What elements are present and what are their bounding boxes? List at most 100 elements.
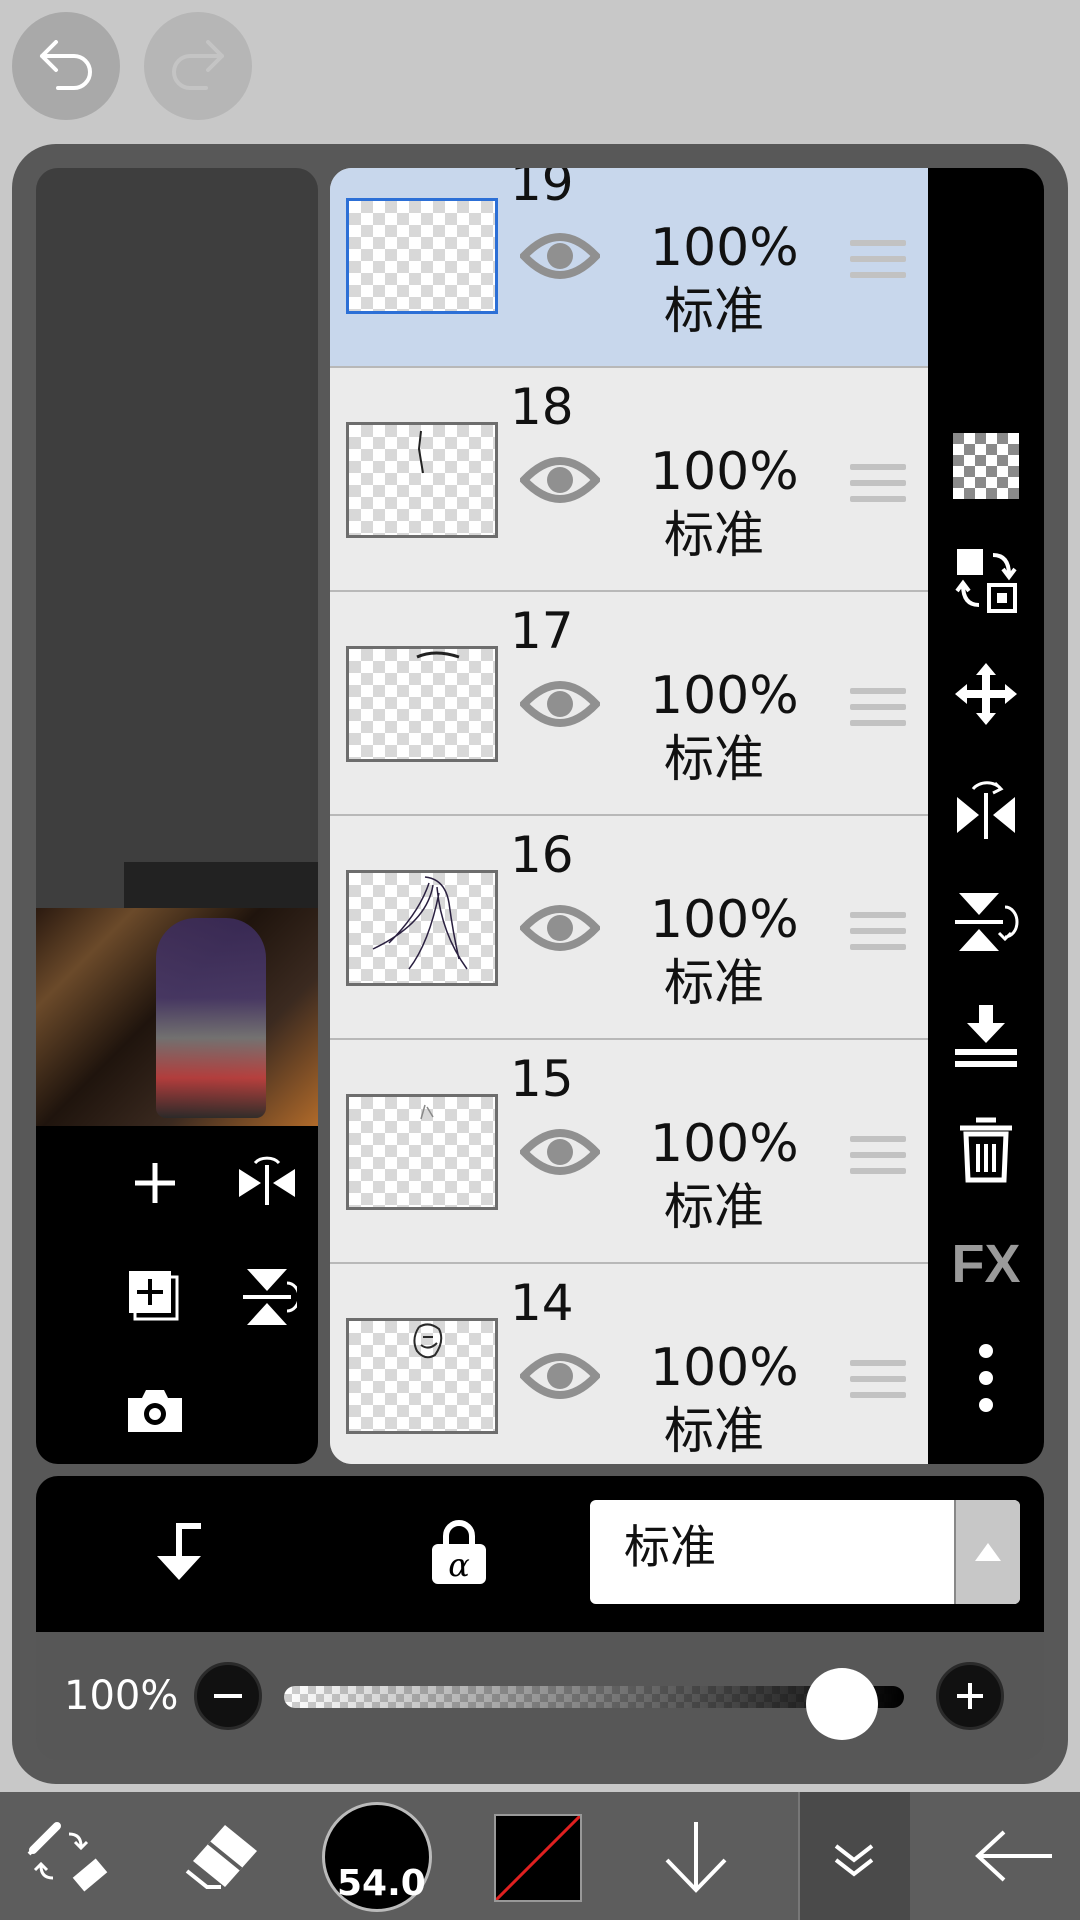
blend-mode-select[interactable]: 标准 bbox=[590, 1500, 1020, 1604]
layer-row[interactable]: 16 100% 标准 bbox=[330, 816, 928, 1040]
duplicate-layer-button[interactable] bbox=[120, 1262, 190, 1332]
layer-opacity: 100% bbox=[650, 218, 799, 278]
plus-icon bbox=[135, 1163, 175, 1203]
flip-horizontal-icon bbox=[957, 781, 1015, 839]
layer-blend-mode: 标准 bbox=[664, 1402, 764, 1460]
move-icon bbox=[955, 663, 1017, 725]
swap-layer-button[interactable] bbox=[950, 544, 1022, 616]
flip-horizontal-layer-button[interactable] bbox=[232, 1148, 302, 1218]
clipping-button[interactable] bbox=[144, 1518, 214, 1588]
layer-blend-mode: 标准 bbox=[664, 506, 764, 564]
collapse-panel-button[interactable] bbox=[798, 1792, 910, 1920]
drag-handle-icon[interactable] bbox=[850, 464, 906, 512]
redo-button[interactable] bbox=[144, 12, 252, 120]
drag-handle-icon[interactable] bbox=[850, 240, 906, 288]
layer-thumbnail bbox=[346, 422, 498, 538]
undo-button[interactable] bbox=[12, 12, 120, 120]
redo-icon bbox=[172, 40, 224, 90]
camera-button[interactable] bbox=[120, 1376, 190, 1446]
layer-actions-toolbar: FX bbox=[928, 168, 1044, 1464]
fx-button[interactable]: FX bbox=[950, 1228, 1022, 1300]
merge-down-button[interactable] bbox=[950, 1000, 1022, 1072]
layer-number: 16 bbox=[510, 826, 574, 884]
canvas-preview[interactable] bbox=[36, 862, 318, 1126]
flip-vertical-button[interactable] bbox=[950, 886, 1022, 958]
more-vertical-icon bbox=[979, 1344, 993, 1412]
add-layer-button[interactable] bbox=[120, 1148, 190, 1218]
visibility-toggle[interactable] bbox=[518, 228, 602, 288]
swap-icon bbox=[955, 549, 1017, 613]
flip-vertical-icon bbox=[955, 893, 1019, 951]
opacity-decrease-button[interactable] bbox=[194, 1662, 262, 1730]
opacity-control: 100% bbox=[36, 1632, 1044, 1760]
brush-eraser-switch-icon bbox=[27, 1822, 108, 1892]
opacity-increase-button[interactable] bbox=[936, 1662, 1004, 1730]
layer-blend-mode: 标准 bbox=[664, 282, 764, 340]
layer-blend-mode: 标准 bbox=[664, 730, 764, 788]
layer-number: 15 bbox=[510, 1050, 574, 1108]
minus-icon bbox=[214, 1694, 242, 1698]
delete-layer-button[interactable] bbox=[950, 1114, 1022, 1186]
drag-handle-icon[interactable] bbox=[850, 688, 906, 736]
visibility-toggle[interactable] bbox=[518, 1348, 602, 1408]
layer-opacity: 100% bbox=[650, 442, 799, 502]
bottom-toolbar: 54.0 bbox=[0, 1792, 1080, 1920]
layer-down-button[interactable] bbox=[656, 1792, 736, 1920]
layer-tools bbox=[36, 1126, 318, 1464]
checkerboard-icon bbox=[953, 433, 1019, 499]
layer-row[interactable]: 18 100% 标准 bbox=[330, 368, 928, 592]
eraser-icon bbox=[185, 1825, 257, 1889]
layer-row[interactable]: 15 100% 标准 bbox=[330, 1040, 928, 1264]
layer-row[interactable]: 14 100% 标准 bbox=[330, 1264, 928, 1464]
layer-number: 14 bbox=[510, 1274, 574, 1332]
drag-handle-icon[interactable] bbox=[850, 1136, 906, 1184]
plus-icon bbox=[957, 1683, 983, 1709]
move-layer-button[interactable] bbox=[950, 658, 1022, 730]
visibility-toggle[interactable] bbox=[518, 1124, 602, 1184]
layer-number: 19 bbox=[510, 168, 574, 212]
preview-figure bbox=[156, 918, 266, 1118]
transparency-button[interactable] bbox=[950, 430, 1022, 502]
flip-horizontal-icon bbox=[239, 1156, 295, 1205]
layer-opacity: 100% bbox=[650, 1114, 799, 1174]
layer-row[interactable]: 19 100% 标准 bbox=[330, 168, 928, 368]
brush-size-indicator[interactable]: 54.0 bbox=[322, 1802, 432, 1912]
drag-handle-icon[interactable] bbox=[850, 912, 906, 960]
layer-thumbnail bbox=[346, 870, 498, 986]
layer-list[interactable]: 19 100% 标准 18 100% 标准 17 100% 标准 16 100% bbox=[330, 168, 928, 1464]
eye-icon bbox=[518, 1129, 602, 1175]
layer-opacity: 100% bbox=[650, 1338, 799, 1398]
blend-mode-dropdown-button[interactable] bbox=[954, 1500, 1020, 1604]
trash-icon bbox=[960, 1117, 1012, 1183]
arrow-left-icon bbox=[975, 1830, 1052, 1882]
eraser-button[interactable] bbox=[176, 1792, 266, 1920]
flip-vertical-layer-button[interactable] bbox=[232, 1262, 302, 1332]
back-button[interactable] bbox=[966, 1792, 1062, 1920]
layer-row[interactable]: 17 100% 标准 bbox=[330, 592, 928, 816]
color-slash-icon bbox=[496, 1816, 580, 1900]
layer-thumbnail bbox=[346, 646, 498, 762]
visibility-toggle[interactable] bbox=[518, 900, 602, 960]
layer-thumbnail bbox=[346, 198, 498, 314]
svg-text:α: α bbox=[448, 1546, 470, 1584]
layer-opacity: 100% bbox=[650, 890, 799, 950]
double-chevron-down-icon bbox=[834, 1844, 874, 1877]
flip-vertical-icon bbox=[243, 1269, 297, 1325]
color-swatch[interactable] bbox=[494, 1814, 582, 1902]
triangle-up-icon bbox=[975, 1543, 1001, 1561]
visibility-toggle[interactable] bbox=[518, 452, 602, 512]
tool-switch-button[interactable] bbox=[18, 1792, 118, 1920]
layer-blend-mode: 标准 bbox=[664, 1178, 764, 1236]
preview-overflow bbox=[124, 862, 318, 908]
layer-thumbnail bbox=[346, 1094, 498, 1210]
alpha-lock-icon: α bbox=[432, 1520, 486, 1584]
flip-horizontal-button[interactable] bbox=[950, 772, 1022, 844]
visibility-toggle[interactable] bbox=[518, 676, 602, 736]
drag-handle-icon[interactable] bbox=[850, 1360, 906, 1408]
layer-panel: 19 100% 标准 18 100% 标准 17 100% 标准 16 100% bbox=[12, 144, 1068, 1784]
blend-mode-value: 标准 bbox=[624, 1520, 716, 1574]
alpha-lock-button[interactable]: α bbox=[424, 1516, 494, 1590]
brush-size-value: 54.0 bbox=[337, 1863, 426, 1904]
opacity-slider-knob[interactable] bbox=[806, 1668, 878, 1740]
more-options-button[interactable] bbox=[950, 1342, 1022, 1414]
